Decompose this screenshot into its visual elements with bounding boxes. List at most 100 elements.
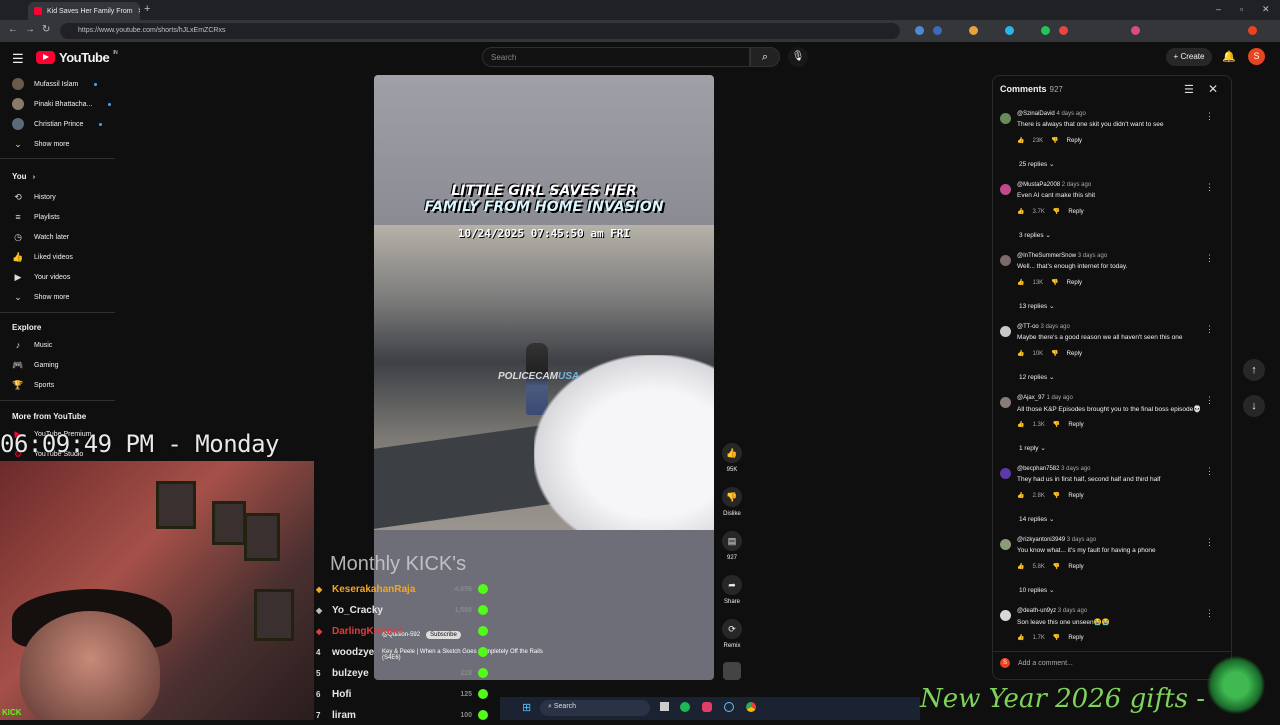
reply-button[interactable]: Reply (1068, 422, 1083, 428)
comment-user[interactable]: @InTheSummerSnow (1017, 253, 1076, 259)
view-replies-button[interactable]: 1 reply ⌄ (1019, 444, 1046, 452)
sidebar-show-more[interactable]: ⌄ Show more (12, 135, 69, 153)
view-replies-button[interactable]: 14 replies ⌄ (1019, 515, 1054, 523)
minimize-icon[interactable]: – (1216, 4, 1221, 14)
comment-user[interactable]: @rizkyantoni3949 (1017, 537, 1065, 543)
steam-icon[interactable] (724, 702, 734, 712)
hamburger-menu-icon[interactable]: ☰ (12, 51, 24, 67)
sidebar-item-gaming[interactable]: 🎮 Gaming (12, 356, 58, 374)
new-tab-button[interactable]: + (144, 3, 150, 15)
search-input[interactable]: Search (482, 47, 750, 67)
view-replies-button[interactable]: 12 replies ⌄ (1019, 373, 1054, 381)
back-icon[interactable]: ← (8, 24, 18, 35)
extension-icon[interactable] (915, 26, 924, 35)
reply-button[interactable]: Reply (1068, 209, 1083, 215)
extension-icon[interactable] (933, 26, 942, 35)
comment-user[interactable]: @becphan7582 (1017, 466, 1059, 472)
sidebar-item-sports[interactable]: 🏆 Sports (12, 376, 54, 394)
thumbs-up-icon[interactable]: 👍 (1017, 563, 1024, 570)
more-options-icon[interactable]: ⋮ (1205, 324, 1214, 335)
thumbs-up-icon[interactable]: 👍 (1017, 421, 1024, 428)
close-icon[interactable]: ✕ (1208, 82, 1218, 96)
add-comment-input[interactable]: Add a comment... (1018, 660, 1073, 667)
more-options-icon[interactable]: ⋮ (1205, 253, 1214, 264)
reply-button[interactable]: Reply (1067, 280, 1082, 286)
create-button[interactable]: + Create (1166, 48, 1212, 66)
comment-user[interactable]: @MustaPa2008 (1017, 182, 1060, 188)
view-replies-button[interactable]: 3 replies ⌄ (1019, 231, 1051, 239)
sidebar-item-music[interactable]: ♪ Music (12, 336, 53, 354)
reply-button[interactable]: Reply (1068, 564, 1083, 570)
sidebar-item-playlists[interactable]: ≡ Playlists (12, 208, 59, 226)
more-options-icon[interactable]: ⋮ (1205, 608, 1214, 619)
sidebar-you-heading[interactable]: You › (12, 172, 35, 181)
extension-icon[interactable] (1041, 26, 1050, 35)
comment-user[interactable]: @TT-oo (1017, 324, 1039, 330)
youtube-logo[interactable]: YouTube IN (36, 50, 118, 65)
reload-icon[interactable]: ↻ (42, 24, 50, 35)
thumbs-down-icon[interactable]: 👎 (1053, 563, 1060, 570)
sidebar-item-your-videos[interactable]: ▶ Your videos (12, 268, 71, 286)
avatar[interactable] (1000, 326, 1011, 337)
more-options-icon[interactable]: ⋮ (1205, 395, 1214, 406)
voice-search-button[interactable]: 🎙 (788, 47, 808, 67)
like-button[interactable]: 👍 95K (722, 443, 742, 473)
windows-start-icon[interactable]: ⊞ (522, 701, 531, 714)
remix-button[interactable]: ⟳ Remix (722, 619, 742, 649)
add-comment-row[interactable]: S Add a comment... (1000, 658, 1073, 668)
thumbs-up-icon[interactable]: 👍 (1017, 350, 1024, 357)
thumbs-up-icon[interactable]: 👍 (1017, 208, 1024, 215)
sidebar-item-liked-videos[interactable]: 👍 Liked videos (12, 248, 73, 266)
thumbs-up-icon[interactable]: 👍 (1017, 634, 1024, 641)
maximize-icon[interactable]: ▫ (1240, 4, 1243, 14)
notifications-bell-icon[interactable]: 🔔 (1222, 50, 1236, 63)
more-options-icon[interactable]: ⋮ (1205, 182, 1214, 193)
browser-tab[interactable]: Kid Saves Her Family From ✕ (28, 2, 140, 20)
thumbs-down-icon[interactable]: 👎 (1051, 279, 1058, 286)
view-replies-button[interactable]: 10 replies ⌄ (1019, 586, 1054, 594)
account-avatar[interactable]: S (1248, 48, 1265, 65)
profile-icon[interactable] (1248, 26, 1257, 35)
thumbs-down-icon[interactable]: 👎 (1053, 421, 1060, 428)
chrome-icon[interactable] (746, 702, 756, 712)
comments-button[interactable]: ▤ 927 (722, 531, 742, 561)
extension-icon[interactable] (1059, 26, 1068, 35)
thumbs-up-icon[interactable]: 👍 (1017, 137, 1024, 144)
thumbs-down-icon[interactable]: 👎 (1051, 350, 1058, 357)
avatar[interactable] (1000, 255, 1011, 266)
sidebar-subscription[interactable]: Pinaki Bhattacha... (12, 95, 112, 113)
avatar[interactable] (1000, 539, 1011, 550)
sidebar-subscription[interactable]: Christian Prince (12, 115, 103, 133)
more-options-icon[interactable]: ⋮ (1205, 111, 1214, 122)
avatar[interactable] (1000, 184, 1011, 195)
search-button[interactable]: ⌕ (750, 47, 780, 67)
spotify-icon[interactable] (680, 702, 690, 712)
close-window-icon[interactable]: ✕ (1262, 4, 1270, 15)
avatar[interactable] (1000, 113, 1011, 124)
sort-icon[interactable]: ☰ (1184, 83, 1194, 96)
reply-button[interactable]: Reply (1067, 138, 1082, 144)
taskview-icon[interactable] (660, 702, 669, 711)
thumbs-down-icon[interactable]: 👎 (1053, 634, 1060, 641)
sound-thumbnail[interactable] (723, 662, 741, 680)
next-video-button[interactable]: ↓ (1243, 395, 1265, 417)
comment-user[interactable]: @Ajax_97 (1017, 395, 1045, 401)
view-replies-button[interactable]: 13 replies ⌄ (1019, 302, 1054, 310)
thumbs-up-icon[interactable]: 👍 (1017, 492, 1024, 499)
reply-button[interactable]: Reply (1067, 351, 1082, 357)
forward-icon[interactable]: → (25, 24, 35, 35)
previous-video-button[interactable]: ↑ (1243, 359, 1265, 381)
sidebar-show-more[interactable]: ⌄ Show more (12, 288, 69, 306)
avatar[interactable] (1000, 610, 1011, 621)
extension-icon[interactable] (969, 26, 978, 35)
app-icon[interactable] (702, 702, 712, 712)
sidebar-subscription[interactable]: Mufassil Islam (12, 75, 98, 93)
thumbs-down-icon[interactable]: 👎 (1053, 492, 1060, 499)
view-replies-button[interactable]: 25 replies ⌄ (1019, 160, 1054, 168)
sidebar-item-watch-later[interactable]: ◷ Watch later (12, 228, 69, 246)
extension-icon[interactable] (1005, 26, 1014, 35)
sidebar-item-history[interactable]: ⟲ History (12, 188, 56, 206)
taskbar-search[interactable]: ⌕ Search (540, 700, 650, 716)
extension-icon[interactable] (1131, 26, 1140, 35)
comment-user[interactable]: @SzinaiDavid (1017, 111, 1055, 117)
